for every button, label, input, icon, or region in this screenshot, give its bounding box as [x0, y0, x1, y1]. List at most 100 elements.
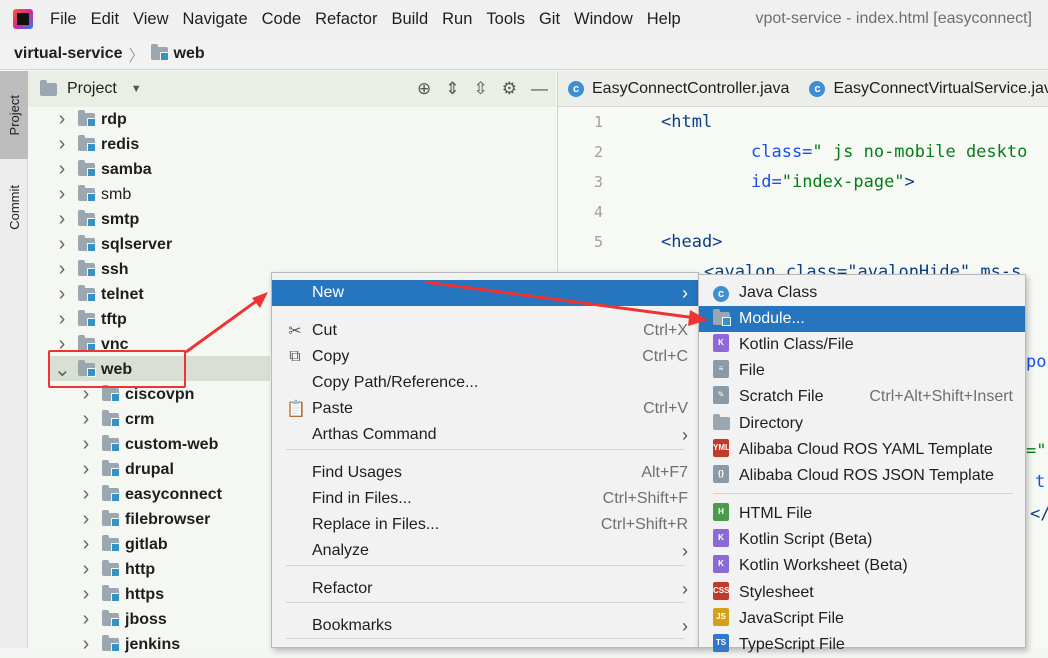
tree-item-filebrowser[interactable]: › filebrowser — [78, 507, 211, 532]
menu-tools[interactable]: Tools — [479, 0, 532, 38]
menu-item-new[interactable]: New › — [272, 280, 698, 306]
expand-all-icon[interactable]: ⇕ — [445, 79, 459, 99]
chevron-right-icon[interactable]: › — [78, 583, 94, 606]
menu-item-arthas-command[interactable]: Arthas Command › — [272, 422, 698, 448]
module-folder-icon — [150, 44, 169, 61]
menu-item-refactor[interactable]: Refactor › — [272, 576, 698, 602]
chevron-down-icon[interactable]: ▼ — [131, 83, 142, 95]
submenu-item-kotlin-class-file[interactable]: K Kotlin Class/File — [699, 332, 1025, 358]
menu-item-bookmarks[interactable]: Bookmarks › — [272, 613, 698, 639]
tree-item-ssh[interactable]: › ssh — [54, 257, 129, 282]
submenu-item-typescript-file[interactable]: TS TypeScript File — [699, 632, 1025, 658]
tree-item-easyconnect[interactable]: › easyconnect — [78, 482, 222, 507]
tool-tab-commit[interactable]: Commit — [0, 167, 28, 247]
submenu-item-stylesheet[interactable]: CSS Stylesheet — [699, 580, 1025, 606]
annotation-box — [48, 350, 186, 388]
chevron-right-icon[interactable]: › — [78, 483, 94, 506]
tree-item-jboss[interactable]: › jboss — [78, 607, 167, 632]
menu-navigate[interactable]: Navigate — [176, 0, 255, 38]
menu-refactor[interactable]: Refactor — [308, 0, 384, 38]
chevron-right-icon[interactable]: › — [78, 458, 94, 481]
tab-easyconnect-virtual-service[interactable]: c EasyConnectVirtualService.java — [799, 80, 1048, 98]
menu-file[interactable]: File — [43, 0, 84, 38]
chevron-right-icon[interactable]: › — [78, 533, 94, 556]
menu-code[interactable]: Code — [255, 0, 308, 38]
tree-item-crm[interactable]: › crm — [78, 407, 155, 432]
tree-item-sqlserver[interactable]: › sqlserver — [54, 232, 173, 257]
breadcrumb-root[interactable]: virtual-service — [14, 45, 123, 63]
menu-edit[interactable]: Edit — [84, 0, 126, 38]
menu-window[interactable]: Window — [567, 0, 640, 38]
submenu-item-kotlin-worksheet[interactable]: K Kotlin Worksheet (Beta) — [699, 553, 1025, 579]
chevron-right-icon[interactable]: › — [54, 258, 70, 281]
collapse-all-icon[interactable]: ⇳ — [474, 79, 488, 99]
menu-item-analyze[interactable]: Analyze › — [272, 538, 698, 564]
submenu-item-module[interactable]: Module... — [699, 306, 1025, 332]
menu-run[interactable]: Run — [435, 0, 479, 38]
chevron-right-icon[interactable]: › — [54, 133, 70, 156]
chevron-right-icon[interactable]: › — [54, 108, 70, 131]
tree-item-rdp[interactable]: › rdp — [54, 107, 127, 132]
menu-separator — [713, 493, 1013, 494]
chevron-right-icon[interactable]: › — [54, 233, 70, 256]
chevron-right-icon[interactable]: › — [54, 158, 70, 181]
submenu-item-html-file[interactable]: H HTML File — [699, 501, 1025, 527]
tree-item-https[interactable]: › https — [78, 582, 164, 607]
submenu-item-kotlin-script[interactable]: K Kotlin Script (Beta) — [699, 527, 1025, 553]
submenu-item-ros-json-template[interactable]: {} Alibaba Cloud ROS JSON Template — [699, 463, 1025, 489]
chevron-right-icon[interactable]: › — [78, 558, 94, 581]
chevron-right-icon[interactable]: › — [78, 508, 94, 531]
menu-item-cut[interactable]: ✂ Cut Ctrl+X — [272, 318, 698, 344]
tree-item-jenkins[interactable]: › jenkins — [78, 632, 180, 657]
gear-icon[interactable]: ⚙ — [502, 79, 517, 99]
chevron-right-icon[interactable]: › — [54, 283, 70, 306]
hide-icon[interactable]: — — [531, 79, 548, 99]
submenu-item-java-class[interactable]: c Java Class — [699, 280, 1025, 306]
tree-item-samba[interactable]: › samba — [54, 157, 152, 182]
code-text: id="index-page"> — [751, 172, 915, 192]
tree-item-custom-web[interactable]: › custom-web — [78, 432, 219, 457]
project-panel-title[interactable]: Project — [67, 80, 117, 98]
file-icon: ≡ — [711, 359, 731, 383]
submenu-item-directory[interactable]: Directory — [699, 411, 1025, 437]
chevron-right-icon[interactable]: › — [78, 633, 94, 656]
menu-item-paste[interactable]: 📋 Paste Ctrl+V — [272, 396, 698, 422]
tree-item-label: rdp — [101, 110, 127, 128]
tab-easyconnect-controller[interactable]: c EasyConnectController.java — [558, 80, 799, 98]
chevron-right-icon[interactable]: › — [54, 308, 70, 331]
submenu-item-ros-yaml-template[interactable]: YML Alibaba Cloud ROS YAML Template — [699, 437, 1025, 463]
tree-item-drupal[interactable]: › drupal — [78, 457, 174, 482]
submenu-item-label: Scratch File — [739, 388, 824, 405]
menu-item-find-usages[interactable]: Find Usages Alt+F7 — [272, 460, 698, 486]
chevron-right-icon[interactable]: › — [54, 208, 70, 231]
tree-item-smtp[interactable]: › smtp — [54, 207, 140, 232]
tool-tab-project[interactable]: Project — [0, 71, 28, 159]
menu-item-replace-in-files[interactable]: Replace in Files... Ctrl+Shift+R — [272, 512, 698, 538]
tree-item-http[interactable]: › http — [78, 557, 156, 582]
menu-help[interactable]: Help — [640, 0, 688, 38]
code-fragment: =" — [1026, 441, 1047, 461]
menu-item-copy[interactable]: ⧉ Copy Ctrl+C — [272, 344, 698, 370]
breadcrumb-child[interactable]: web — [174, 45, 205, 63]
chevron-right-icon[interactable]: › — [78, 408, 94, 431]
submenu-item-file[interactable]: ≡ File — [699, 358, 1025, 384]
tree-item-telnet[interactable]: › telnet — [54, 282, 144, 307]
module-folder-icon — [102, 610, 120, 627]
tree-item-label: https — [125, 585, 165, 603]
submenu-item-scratch-file[interactable]: ✎ Scratch File Ctrl+Alt+Shift+Insert — [699, 384, 1025, 410]
submenu-item-javascript-file[interactable]: JS JavaScript File — [699, 606, 1025, 632]
project-panel-header: Project ▼ ⊕ ⇕ ⇳ ⚙ — — [28, 71, 556, 107]
menu-view[interactable]: View — [126, 0, 175, 38]
locate-icon[interactable]: ⊕ — [417, 79, 431, 99]
tree-item-smb[interactable]: › smb — [54, 182, 132, 207]
menu-item-find-in-files[interactable]: Find in Files... Ctrl+Shift+F — [272, 486, 698, 512]
menu-item-copy-path[interactable]: Copy Path/Reference... — [272, 370, 698, 396]
tree-item-gitlab[interactable]: › gitlab — [78, 532, 168, 557]
chevron-right-icon[interactable]: › — [54, 183, 70, 206]
tree-item-tftp[interactable]: › tftp — [54, 307, 127, 332]
menu-build[interactable]: Build — [384, 0, 435, 38]
chevron-right-icon[interactable]: › — [78, 433, 94, 456]
menu-git[interactable]: Git — [532, 0, 567, 38]
chevron-right-icon[interactable]: › — [78, 608, 94, 631]
tree-item-redis[interactable]: › redis — [54, 132, 140, 157]
